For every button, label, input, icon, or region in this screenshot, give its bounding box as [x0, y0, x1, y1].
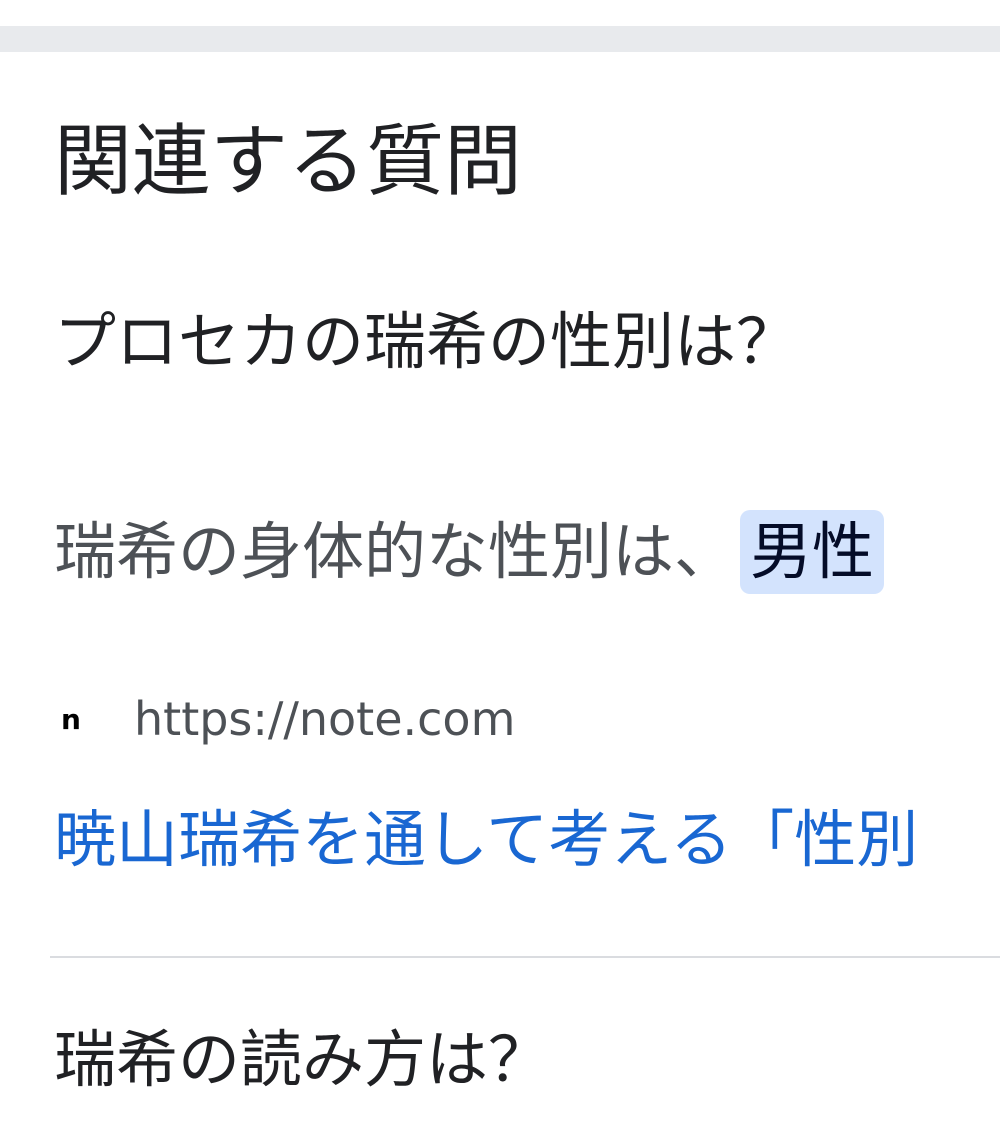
source-link[interactable]: n https://note.com: [54, 684, 515, 754]
divider: [50, 956, 1000, 958]
source-url: https://note.com: [134, 692, 516, 746]
answer-highlight: 男性: [740, 510, 885, 594]
result-title-link[interactable]: 暁山瑞希を通して考える「性別: [54, 800, 918, 880]
answer-text: 瑞希の身体的な性別は、: [54, 515, 737, 588]
answer-snippet: 瑞希の身体的な性別は、 男性: [54, 510, 885, 594]
top-band: [0, 0, 1000, 26]
section-separator-band: [0, 26, 1000, 52]
question-item-gender[interactable]: プロセカの瑞希の性別は？: [54, 304, 798, 380]
section-title: 関連する質問: [54, 117, 523, 207]
note-favicon-icon: n: [61, 702, 81, 736]
question-item-reading[interactable]: 瑞希の読み方は？: [54, 1022, 550, 1098]
